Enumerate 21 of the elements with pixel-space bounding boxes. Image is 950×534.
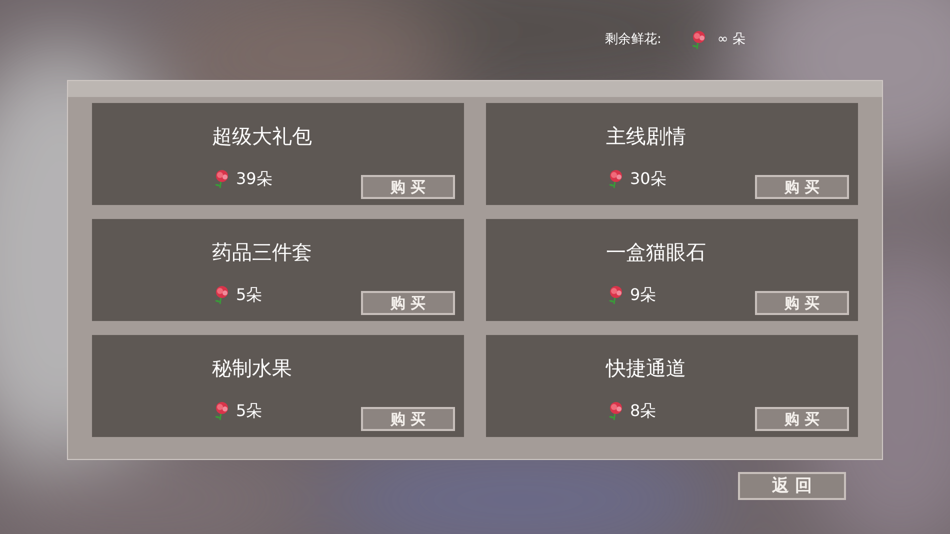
item-title: 快捷通道 bbox=[606, 355, 686, 382]
item-price: 5朵 bbox=[236, 284, 262, 306]
item-price: 8朵 bbox=[630, 400, 656, 422]
item-title: 一盒猫眼石 bbox=[606, 239, 706, 266]
buy-button[interactable]: 购 买 bbox=[361, 407, 455, 431]
item-title: 主线剧情 bbox=[606, 123, 686, 150]
flower-count-label: 剩余鲜花: bbox=[605, 31, 662, 50]
item-price: 39朵 bbox=[236, 168, 272, 190]
flower-count-value: ∞ 朵 bbox=[717, 31, 746, 50]
buy-button[interactable]: 购 买 bbox=[755, 407, 849, 431]
buy-button[interactable]: 购 买 bbox=[755, 291, 849, 315]
item-price: 30朵 bbox=[630, 168, 666, 190]
item-price: 9朵 bbox=[630, 284, 656, 306]
buy-button[interactable]: 购 买 bbox=[755, 175, 849, 199]
buy-button[interactable]: 购 买 bbox=[361, 175, 455, 199]
back-button[interactable]: 返 回 bbox=[738, 472, 846, 500]
item-title: 药品三件套 bbox=[212, 239, 312, 266]
item-title: 超级大礼包 bbox=[212, 123, 312, 150]
item-price: 5朵 bbox=[236, 400, 262, 422]
buy-button[interactable]: 购 买 bbox=[361, 291, 455, 315]
item-title: 秘制水果 bbox=[212, 355, 292, 382]
